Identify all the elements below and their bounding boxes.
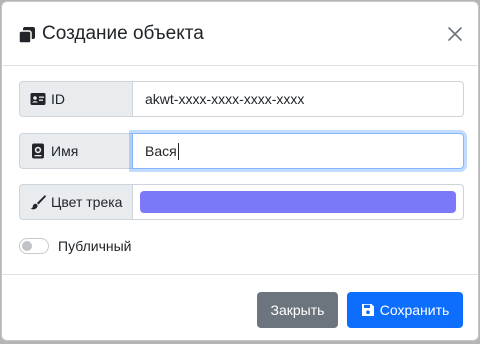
public-label: Публичный xyxy=(58,238,132,254)
modal-body: ID akwt-xxxx-xxxx-xxxx-xxxx Имя Вася Цве… xyxy=(2,66,478,274)
toggle-knob xyxy=(22,241,32,251)
modal-title: Создание объекта xyxy=(42,23,204,44)
track-color-addon: Цвет трека xyxy=(19,184,132,220)
id-value: akwt-xxxx-xxxx-xxxx-xxxx xyxy=(145,91,305,107)
id-field[interactable]: akwt-xxxx-xxxx-xxxx-xxxx xyxy=(132,81,464,117)
text-caret xyxy=(177,142,179,160)
name-addon: Имя xyxy=(19,133,132,169)
objects-icon xyxy=(18,27,35,44)
close-icon[interactable] xyxy=(445,24,465,44)
close-button-label: Закрыть xyxy=(270,302,325,318)
save-button-label: Сохранить xyxy=(379,302,450,318)
close-button[interactable]: Закрыть xyxy=(257,292,338,328)
modal-header: Создание объекта xyxy=(2,2,478,66)
id-input-group: ID akwt-xxxx-xxxx-xxxx-xxxx xyxy=(19,81,464,117)
name-value: Вася xyxy=(145,143,177,159)
public-toggle[interactable] xyxy=(19,238,49,254)
id-label: ID xyxy=(51,91,65,107)
track-color-input-group: Цвет трека xyxy=(19,184,464,220)
id-card-icon xyxy=(30,93,46,105)
name-field[interactable]: Вася xyxy=(132,133,464,169)
modal-footer: Закрыть Сохранить xyxy=(2,274,478,340)
save-button[interactable]: Сохранить xyxy=(347,292,463,328)
name-input-group: Имя Вася xyxy=(19,133,464,169)
public-switch-row: Публичный xyxy=(19,236,132,256)
brush-icon xyxy=(30,195,46,210)
name-label: Имя xyxy=(51,143,79,159)
track-color-picker[interactable] xyxy=(132,184,464,220)
track-color-label: Цвет трека xyxy=(51,194,123,210)
create-object-modal: Создание объекта ID akwt-xxxx-xxxx-xxxx-… xyxy=(1,1,479,341)
floppy-disk-icon xyxy=(361,304,374,316)
track-color-swatch xyxy=(140,191,456,213)
user-badge-icon xyxy=(32,143,44,159)
id-addon: ID xyxy=(19,81,132,117)
